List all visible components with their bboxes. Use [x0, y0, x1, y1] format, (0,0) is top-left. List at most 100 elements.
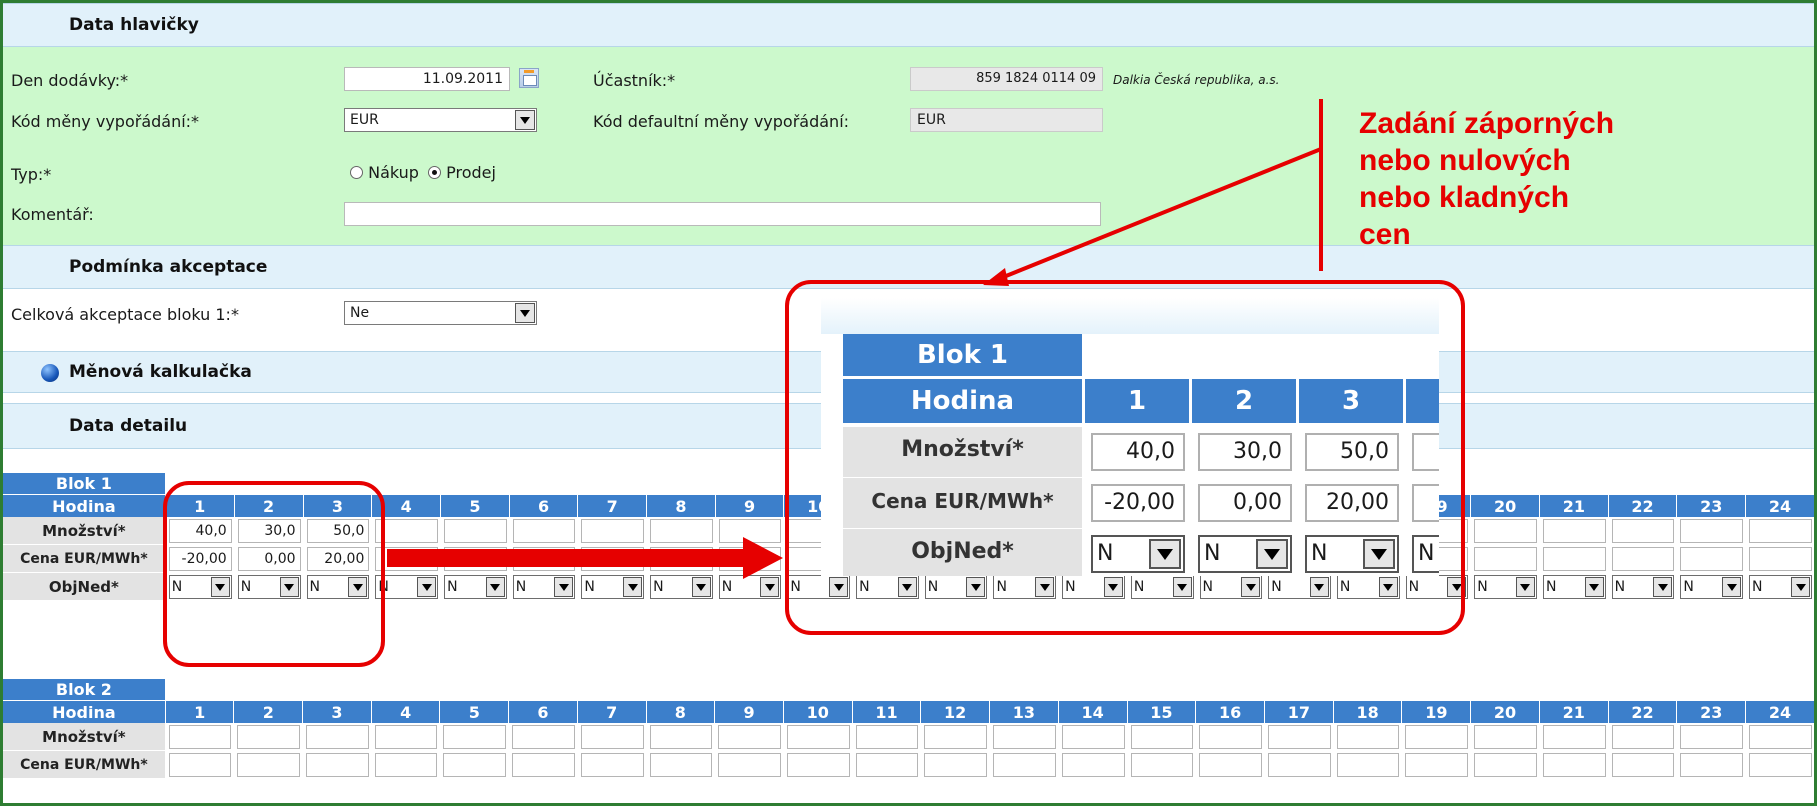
quantity-input-24[interactable] [1749, 725, 1812, 749]
calculator-title[interactable]: Měnová kalkulačka [69, 362, 252, 382]
price-input-24[interactable] [1749, 753, 1812, 777]
price-input-3[interactable] [306, 753, 369, 777]
quantity-input-23[interactable] [1680, 519, 1744, 543]
quantity-input-17[interactable] [1267, 725, 1331, 749]
kod-meny-select[interactable]: EUR [344, 108, 537, 132]
price-input-17[interactable] [1267, 753, 1331, 777]
price-input-5[interactable] [443, 753, 507, 777]
quantity-input-6[interactable] [512, 725, 575, 749]
quantity-input-20[interactable] [1474, 725, 1537, 749]
price-input-13[interactable] [993, 753, 1056, 777]
price-input-7[interactable] [581, 547, 645, 571]
price-input-16[interactable] [1199, 753, 1262, 777]
price-input-1[interactable] [168, 753, 232, 777]
order-select-8[interactable]: N [650, 575, 713, 599]
price-input-9[interactable] [718, 547, 782, 571]
order-select-21[interactable]: N [1542, 575, 1606, 599]
quantity-input-5[interactable] [444, 519, 507, 543]
quantity-input-18[interactable] [1336, 725, 1400, 749]
order-select-7[interactable]: N [581, 575, 645, 599]
quantity-input-4[interactable] [374, 725, 438, 749]
price-input-11[interactable] [855, 753, 919, 777]
quantity-input-3[interactable] [306, 725, 369, 749]
quantity-input-16[interactable] [1199, 725, 1262, 749]
komentar-input[interactable] [344, 202, 1101, 226]
order-select-24[interactable]: N [1749, 575, 1812, 599]
price-input-8[interactable] [650, 547, 713, 571]
price-input-20[interactable] [1474, 547, 1537, 571]
price-input-14[interactable] [1061, 753, 1125, 777]
radio-prodej[interactable] [428, 166, 442, 179]
chevron-down-icon[interactable] [1791, 577, 1810, 597]
quantity-input-11[interactable] [855, 725, 919, 749]
quantity-input-5[interactable] [443, 725, 507, 749]
chevron-down-icon[interactable] [1584, 577, 1604, 597]
quantity-input-24[interactable] [1749, 519, 1812, 543]
radio-prodej-label[interactable]: Prodej [446, 163, 496, 182]
den-dodavky-input[interactable]: 11.09.2011 [344, 67, 510, 91]
order-select-23[interactable]: N [1680, 575, 1744, 599]
quantity-input-22[interactable] [1611, 725, 1675, 749]
quantity-input-15[interactable] [1130, 725, 1194, 749]
chevron-down-icon[interactable] [554, 577, 574, 597]
price-input-15[interactable] [1130, 753, 1194, 777]
price-input-7[interactable] [580, 753, 644, 777]
order-select-9[interactable]: N [718, 575, 782, 599]
chevron-down-icon[interactable] [515, 110, 535, 130]
chevron-down-icon[interactable] [760, 577, 780, 597]
quantity-input-2[interactable] [237, 725, 301, 749]
quantity-input-19[interactable] [1405, 725, 1469, 749]
price-input-4[interactable] [374, 753, 438, 777]
quantity-input-9[interactable] [718, 725, 781, 749]
quantity-input-1[interactable] [168, 725, 232, 749]
order-select-5[interactable]: N [444, 575, 507, 599]
order-select-22[interactable]: N [1611, 575, 1675, 599]
quantity-input-7[interactable] [581, 519, 645, 543]
quantity-input-10[interactable] [786, 725, 850, 749]
price-input-22[interactable] [1611, 753, 1675, 777]
radio-nakup[interactable] [350, 166, 363, 179]
chevron-down-icon[interactable] [485, 577, 505, 597]
price-input-6[interactable] [512, 753, 575, 777]
price-input-12[interactable] [924, 753, 988, 777]
price-input-21[interactable] [1542, 547, 1606, 571]
acceptance-select[interactable]: Ne [344, 301, 537, 325]
price-input-23[interactable] [1680, 753, 1744, 777]
price-input-21[interactable] [1542, 753, 1606, 777]
price-input-2[interactable] [237, 753, 301, 777]
chevron-down-icon[interactable] [417, 577, 437, 597]
quantity-input-6[interactable] [512, 519, 576, 543]
order-select-20[interactable]: N [1474, 575, 1537, 599]
quantity-input-23[interactable] [1680, 725, 1744, 749]
quantity-input-14[interactable] [1061, 725, 1125, 749]
chevron-down-icon[interactable] [1722, 577, 1742, 597]
quantity-input-8[interactable] [649, 725, 713, 749]
quantity-input-8[interactable] [650, 519, 713, 543]
price-input-20[interactable] [1474, 753, 1537, 777]
price-input-22[interactable] [1611, 547, 1675, 571]
quantity-input-13[interactable] [993, 725, 1056, 749]
price-input-24[interactable] [1749, 547, 1812, 571]
price-input-10[interactable] [786, 753, 850, 777]
quantity-input-21[interactable] [1542, 519, 1606, 543]
order-select-6[interactable]: N [512, 575, 576, 599]
radio-nakup-label[interactable]: Nákup [368, 163, 419, 182]
quantity-input-7[interactable] [580, 725, 644, 749]
chevron-down-icon[interactable] [1653, 577, 1673, 597]
quantity-input-20[interactable] [1474, 519, 1537, 543]
chevron-down-icon[interactable] [691, 577, 711, 597]
chevron-down-icon[interactable] [515, 303, 535, 323]
price-input-9[interactable] [718, 753, 781, 777]
price-input-18[interactable] [1336, 753, 1400, 777]
price-input-5[interactable] [444, 547, 507, 571]
price-input-19[interactable] [1405, 753, 1469, 777]
calendar-icon[interactable] [519, 68, 539, 88]
price-input-8[interactable] [649, 753, 713, 777]
chevron-down-icon[interactable] [623, 577, 643, 597]
chevron-down-icon[interactable] [1515, 577, 1535, 597]
quantity-input-9[interactable] [718, 519, 782, 543]
quantity-input-22[interactable] [1611, 519, 1675, 543]
quantity-input-12[interactable] [924, 725, 988, 749]
price-input-23[interactable] [1680, 547, 1744, 571]
quantity-input-21[interactable] [1542, 725, 1606, 749]
